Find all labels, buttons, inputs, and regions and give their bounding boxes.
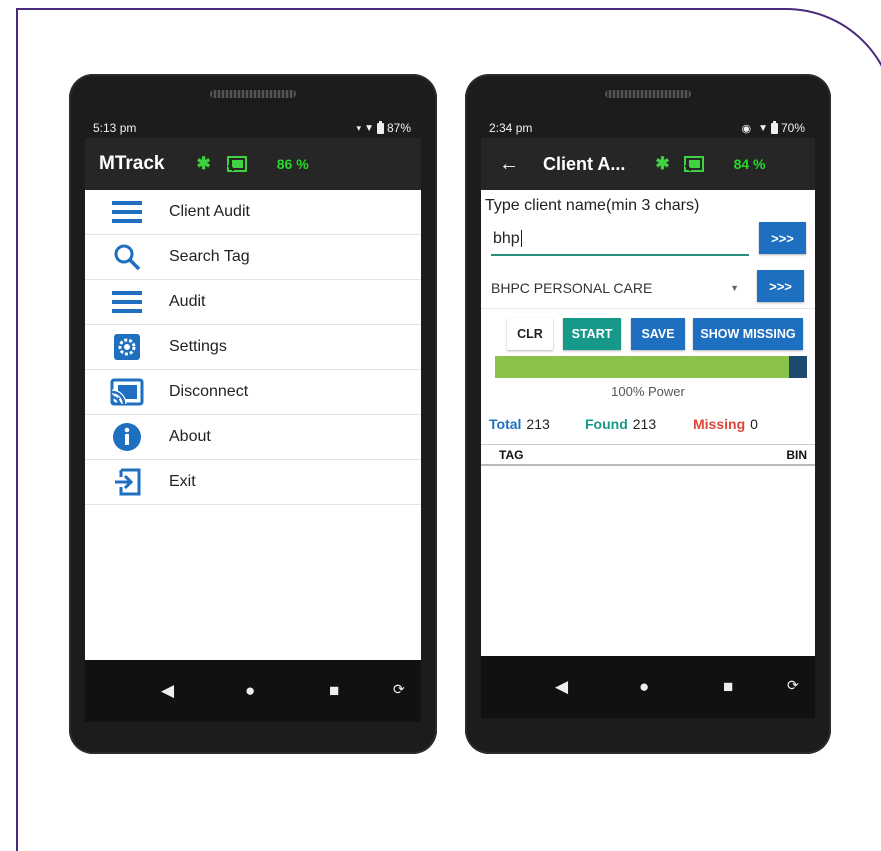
power-label: 100% Power [611, 384, 685, 399]
menu-item-audit[interactable]: Audit [85, 280, 421, 325]
nav-bar: ◀ ● ■ ⟳ [85, 660, 421, 722]
power-fill [495, 356, 789, 378]
exit-icon [85, 468, 169, 496]
power-slider-handle[interactable] [789, 356, 807, 378]
reader-battery-percent: 84 % [733, 156, 766, 172]
missing-value: 0 [750, 416, 758, 432]
text-caret [520, 230, 522, 248]
total-count: Total 213 [489, 416, 550, 432]
battery-percent: 70% [780, 121, 805, 135]
wifi-icon: ▼ [758, 122, 768, 134]
client-select[interactable]: BHPC PERSONAL CARE ▼ [491, 274, 743, 302]
menu-item-disconnect[interactable]: Disconnect [85, 370, 421, 415]
app-bar: MTrack ✱ 86 % [85, 138, 421, 190]
nav-bar: ◀ ● ■ ⟳ [481, 656, 815, 718]
info-icon [85, 422, 169, 452]
search-icon [85, 243, 169, 271]
client-name-input[interactable]: bhp [491, 230, 749, 256]
rotate-icon[interactable]: ⟳ [787, 677, 799, 694]
cast-icon [85, 378, 169, 406]
menu-item-client-audit[interactable]: Client Audit [85, 190, 421, 235]
power-bar[interactable] [495, 356, 807, 378]
status-time: 2:34 pm [489, 121, 533, 135]
found-count: Found 213 [585, 416, 656, 432]
bluetooth-icon: ✱ [196, 154, 211, 173]
battery-icon [770, 120, 778, 134]
status-bar: 2:34 pm ◉ ▼ 70% [481, 118, 815, 138]
recents-nav-icon[interactable]: ■ [329, 681, 339, 701]
reader-battery-percent: 86 % [276, 156, 309, 172]
column-header-tag: TAG [499, 447, 524, 462]
found-label: Found [585, 416, 628, 432]
menu-item-about[interactable]: About [85, 415, 421, 460]
battery-percent: 87% [386, 121, 411, 135]
start-button[interactable]: START [563, 318, 621, 350]
search-go-button[interactable]: >>> [759, 222, 806, 254]
eye-icon: ◉ [741, 122, 752, 135]
menu-label: Client Audit [169, 203, 250, 220]
menu-item-settings[interactable]: Settings [85, 325, 421, 370]
total-value: 213 [526, 416, 550, 432]
missing-label: Missing [693, 416, 746, 432]
menu-label: Search Tag [169, 248, 250, 265]
client-name-value: bhp [493, 230, 520, 247]
signal-icon: ▾ [356, 122, 362, 133]
app-title: Client A... [543, 153, 626, 174]
home-nav-icon[interactable]: ● [245, 681, 255, 701]
client-select-value: BHPC PERSONAL CARE [491, 280, 653, 296]
list-lines-icon [85, 291, 169, 313]
recents-nav-icon[interactable]: ■ [723, 677, 733, 697]
back-nav-icon[interactable]: ◀ [161, 681, 174, 701]
cast-connected-icon [226, 156, 247, 172]
app-title: MTrack [99, 153, 165, 174]
app-bar: ← Client A... ✱ 84 % [481, 138, 815, 190]
save-button[interactable]: SAVE [631, 318, 685, 350]
total-label: Total [489, 416, 522, 432]
menu-item-exit[interactable]: Exit [85, 460, 421, 505]
bluetooth-icon: ✱ [655, 154, 670, 173]
client-name-prompt: Type client name(min 3 chars) [485, 197, 700, 214]
menu-screen: Client Audit Search Tag Audit Settings D… [85, 190, 421, 660]
speaker-grille [210, 90, 296, 98]
gear-icon [85, 333, 169, 361]
menu-label: Exit [169, 473, 196, 490]
dropdown-arrow-icon: ▼ [730, 283, 739, 293]
clear-button[interactable]: CLR [507, 318, 553, 350]
client-audit-screen: Type client name(min 3 chars) bhp >>> BH… [481, 190, 815, 656]
missing-count: Missing 0 [693, 416, 758, 432]
table-header: TAG BIN [481, 444, 815, 466]
menu-label: About [169, 428, 211, 445]
menu-label: Disconnect [169, 383, 249, 400]
status-icons: ◉ ▼ 70% [741, 120, 805, 135]
cast-connected-icon [683, 156, 704, 172]
home-nav-icon[interactable]: ● [639, 677, 649, 697]
found-value: 213 [632, 416, 657, 432]
phone-right: 2:34 pm ◉ ▼ 70% ← Client A... ✱ 84 % Typ… [465, 74, 831, 754]
battery-icon [376, 120, 384, 134]
status-bar: 5:13 pm ▾ ▼ 87% [85, 118, 421, 138]
show-missing-button[interactable]: SHOW MISSING [693, 318, 803, 350]
rotate-icon[interactable]: ⟳ [393, 681, 405, 698]
back-arrow-icon[interactable]: ← [499, 153, 519, 176]
back-nav-icon[interactable]: ◀ [555, 677, 568, 697]
column-header-bin: BIN [786, 447, 807, 462]
status-icons: ▾ ▼ 87% [356, 120, 411, 135]
divider [481, 308, 815, 309]
client-go-button[interactable]: >>> [757, 270, 804, 302]
list-lines-icon [85, 201, 169, 223]
menu-item-search-tag[interactable]: Search Tag [85, 235, 421, 280]
speaker-grille [605, 90, 691, 98]
status-time: 5:13 pm [93, 121, 137, 135]
menu-label: Settings [169, 338, 227, 355]
wifi-icon: ▼ [364, 122, 374, 134]
phone-left: 5:13 pm ▾ ▼ 87% MTrack ✱ 86 % Client Aud… [69, 74, 437, 754]
menu-label: Audit [169, 293, 206, 310]
